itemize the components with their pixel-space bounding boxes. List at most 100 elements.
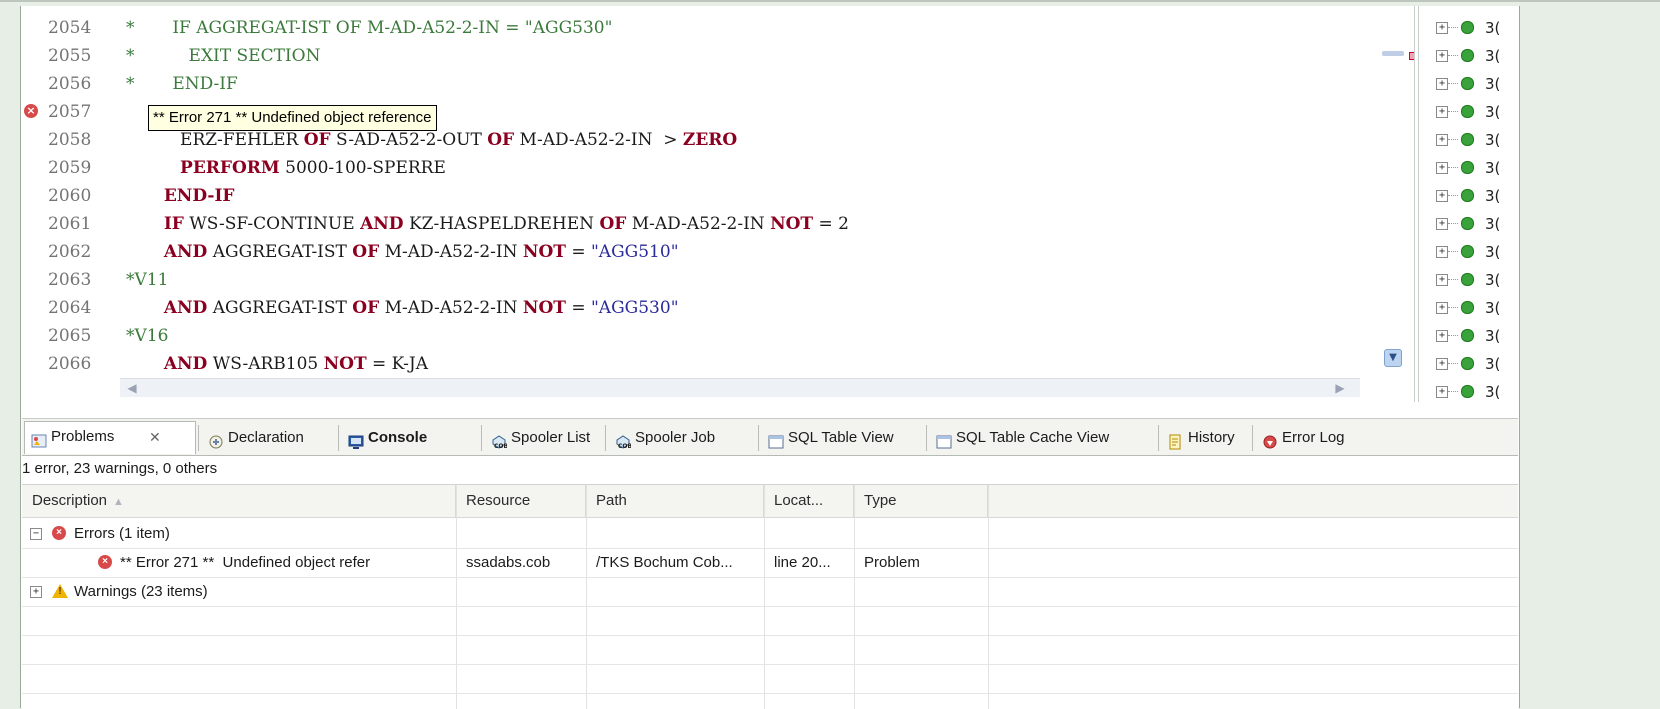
expand-icon[interactable]: + (1436, 330, 1448, 342)
collapse-icon[interactable]: − (30, 528, 42, 540)
tab-spooler-job[interactable]: COB Spooler Job (609, 423, 757, 453)
tab-separator (926, 425, 927, 451)
scroll-left-icon[interactable]: ◀ (124, 380, 140, 396)
cell-description: Errors (1 item) (74, 525, 170, 542)
expand-icon[interactable]: + (1436, 302, 1448, 314)
outline-item[interactable]: +3( (1419, 210, 1519, 238)
outline-item[interactable]: +3( (1419, 378, 1519, 402)
tab-label: History (1188, 429, 1235, 446)
expand-icon[interactable]: + (1436, 162, 1448, 174)
outline-item[interactable]: +3( (1419, 154, 1519, 182)
expand-icon[interactable]: + (1436, 218, 1448, 230)
column-header-resource[interactable]: Resource (456, 485, 586, 517)
vertical-scroll-down-button[interactable]: ▼ (1384, 349, 1402, 367)
outline-item[interactable]: +3( (1419, 98, 1519, 126)
column-header-description[interactable]: Description ▲ (22, 485, 456, 517)
expand-icon[interactable]: + (1436, 386, 1448, 398)
tab-error-log[interactable]: Error Log (1256, 423, 1380, 453)
overview-ruler-mark[interactable] (1382, 51, 1404, 56)
column-header-locat[interactable]: Locat... (764, 485, 854, 517)
tree-group-row[interactable]: − × Errors (1 item) (22, 519, 1518, 549)
expand-icon[interactable]: + (1436, 106, 1448, 118)
outline-item[interactable]: +3( (1419, 238, 1519, 266)
cob-icon: COB (615, 431, 633, 450)
keyword-token: OF (352, 242, 380, 262)
code-text: AND AGGREGAT-IST OF M-AD-A52-2-IN NOT = … (126, 238, 679, 266)
tab-label: Spooler List (511, 429, 591, 446)
problems-table[interactable]: Description ▲ Resource Path Locat... Type − × E… (22, 484, 1518, 709)
tab-label: Error Log (1282, 429, 1345, 446)
expand-icon[interactable]: + (1436, 22, 1448, 34)
tab-label: SQL Table View (788, 429, 894, 446)
code-token: M-AD-A52-2-IN (626, 214, 771, 234)
column-header-label: Resource (466, 492, 531, 509)
green-dot-icon (1461, 133, 1474, 146)
code-token: WS-ARB105 (207, 354, 324, 374)
tab-problems[interactable]: Problems ✕ (24, 421, 196, 454)
expand-icon[interactable]: + (1436, 134, 1448, 146)
line-number: 2064 (48, 298, 92, 318)
code-text: PERFORM 5000-100-SPERRE (126, 154, 446, 182)
cell-resource (466, 519, 584, 548)
outline-item-label: 3( (1485, 187, 1501, 205)
tree-connector (1448, 223, 1458, 224)
code-token: AGGREGAT-IST (207, 242, 353, 262)
code-text: *V11 (126, 266, 168, 294)
outline-view[interactable]: +3(+3(+3(+3(+3(+3(+3(+3(+3(+3(+3(+3(+3(+… (1418, 6, 1519, 402)
outline-item[interactable]: +3( (1419, 350, 1519, 378)
tab-label: SQL Table Cache View (956, 429, 1110, 446)
comment-token: * (126, 74, 135, 94)
expand-icon[interactable]: + (1436, 78, 1448, 90)
keyword-token: NOT (323, 354, 367, 374)
top-border (0, 0, 1660, 2)
code-editor[interactable]: 2054 * IF AGGREGAT-IST OF M-AD-A52-2-IN =… (22, 6, 1415, 402)
green-dot-icon (1461, 189, 1474, 202)
tab-history[interactable]: History (1162, 423, 1250, 453)
code-line: 2066 AND WS-ARB105 NOT = K-JA (22, 350, 1362, 378)
problem-row[interactable]: × ** Error 271 ** Undefined object refer s… (22, 548, 1518, 578)
tab-sql-table-view[interactable]: SQL Table View (762, 423, 924, 453)
keyword-token: END-IF (163, 186, 235, 206)
expand-icon[interactable]: + (30, 586, 42, 598)
outline-item[interactable]: +3( (1419, 182, 1519, 210)
tab-sql-table-cache-view[interactable]: SQL Table Cache View (930, 423, 1156, 453)
problems-icon (31, 430, 47, 448)
tree-connector (1448, 111, 1458, 112)
expand-icon[interactable]: + (1436, 50, 1448, 62)
code-text: * EXIT SECTION (126, 42, 320, 70)
close-icon[interactable]: ✕ (149, 422, 161, 452)
tree-group-row[interactable]: +! Warnings (23 items) (22, 577, 1518, 607)
overview-ruler-error-mark[interactable] (1409, 52, 1414, 60)
outline-item[interactable]: +3( (1419, 126, 1519, 154)
keyword-token: OF (303, 130, 331, 150)
tab-spooler-list[interactable]: COB Spooler List (485, 423, 603, 453)
outline-item-label: 3( (1485, 215, 1501, 233)
outline-item[interactable]: +3( (1419, 322, 1519, 350)
sort-ascending-icon: ▲ (113, 496, 124, 508)
cell-path (596, 577, 762, 606)
tab-declaration[interactable]: Declaration (202, 423, 338, 453)
outline-item[interactable]: +3( (1419, 14, 1519, 42)
tree-connector (1448, 195, 1458, 196)
expand-icon[interactable]: + (1436, 190, 1448, 202)
tab-console[interactable]: Console (342, 423, 480, 453)
horizontal-scrollbar[interactable]: ◀ ▶ (120, 378, 1360, 397)
column-header-type[interactable]: Type (854, 485, 988, 517)
outline-item[interactable]: +3( (1419, 70, 1519, 98)
error-marker-icon[interactable]: × (24, 104, 38, 118)
outline-item[interactable]: +3( (1419, 42, 1519, 70)
keyword-token: AND (360, 214, 404, 234)
code-token: = (565, 242, 591, 262)
comment-token: EXIT SECTION (134, 46, 321, 66)
expand-icon[interactable]: + (1436, 274, 1448, 286)
outline-item[interactable]: +3( (1419, 294, 1519, 322)
outline-item[interactable]: +3( (1419, 266, 1519, 294)
column-header-path[interactable]: Path (586, 485, 764, 517)
scroll-right-icon[interactable]: ▶ (1332, 380, 1348, 396)
column-header-label: Locat... (774, 492, 824, 509)
expand-icon[interactable]: + (1436, 246, 1448, 258)
expand-icon[interactable]: + (1436, 358, 1448, 370)
outline-item-label: 3( (1485, 19, 1501, 37)
